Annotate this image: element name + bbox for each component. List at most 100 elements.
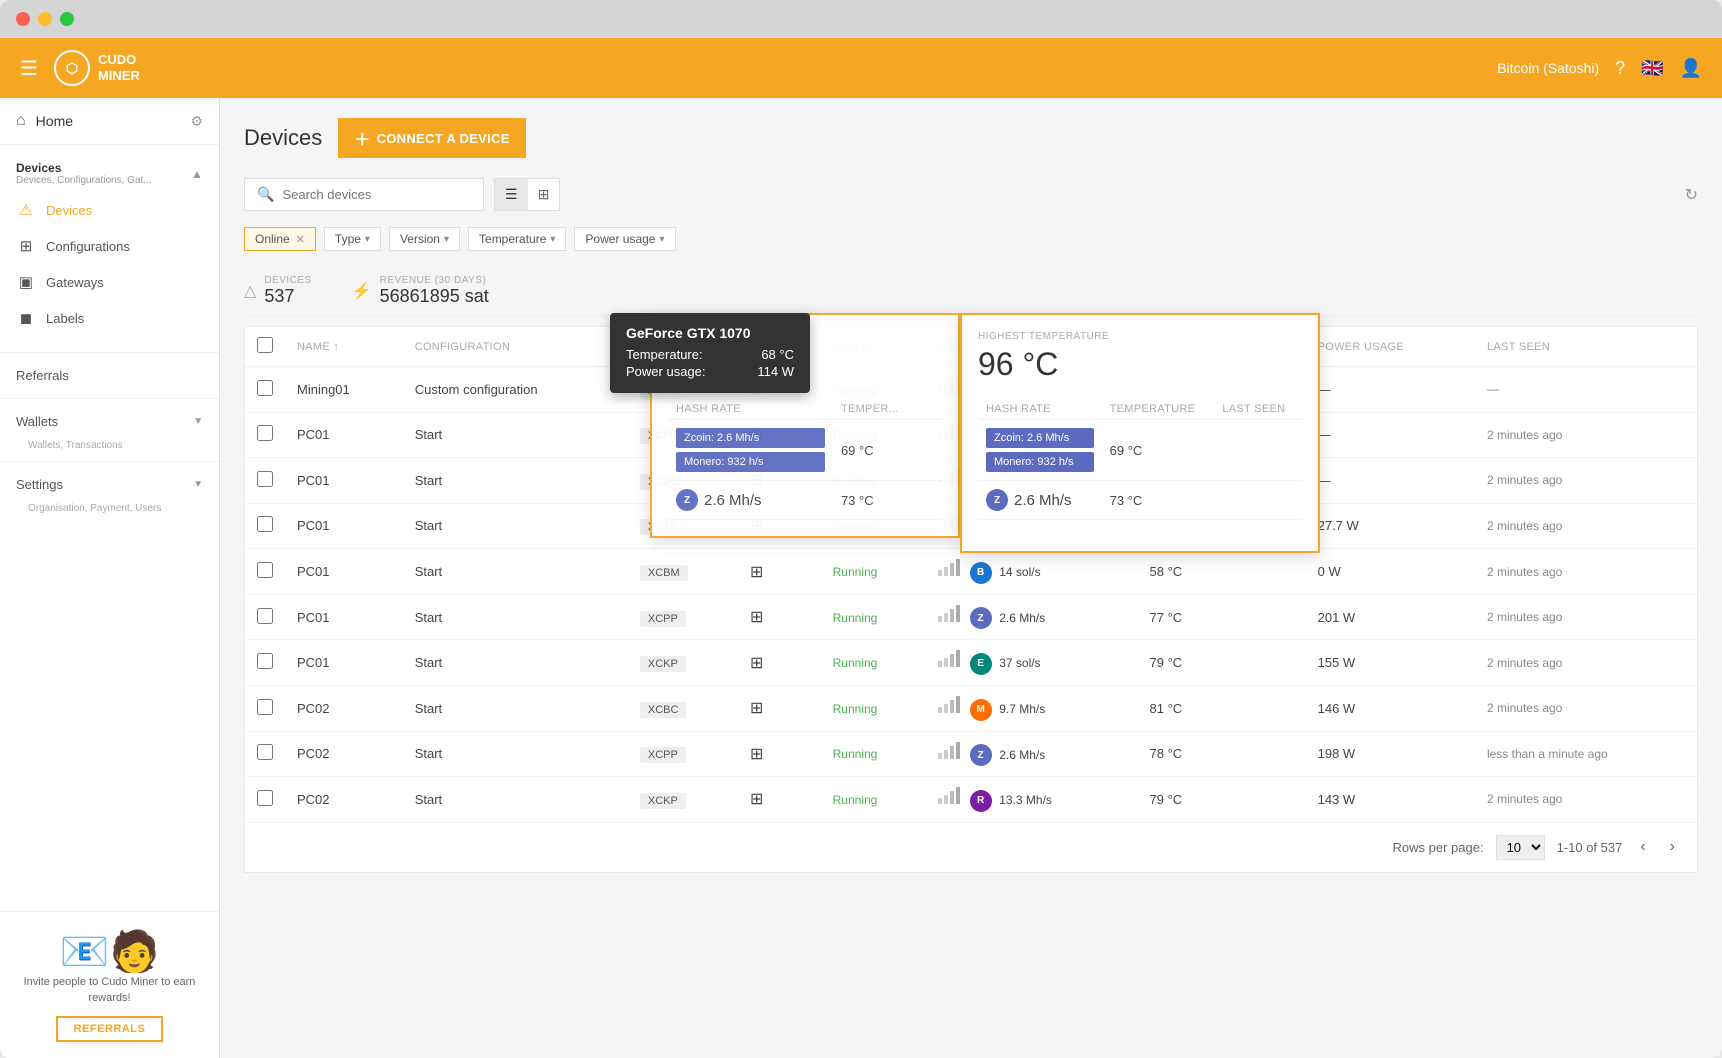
row-checkbox[interactable]: [257, 562, 273, 578]
cell-lastseen: —: [1475, 367, 1697, 413]
currency-label: Bitcoin (Satoshi): [1497, 60, 1599, 76]
panel2-algo2: Monero: 932 h/s: [986, 452, 1094, 472]
panel2-row1-lastseen: [1214, 420, 1302, 481]
view-toggle: ☰ ⊞: [494, 178, 560, 211]
cell-config: Start: [403, 731, 628, 777]
panel2-hash-header: Hash rate: [978, 399, 1102, 420]
language-icon[interactable]: 🇬🇧: [1641, 58, 1663, 79]
filter-power-usage[interactable]: Power usage ▾: [574, 227, 675, 251]
panel2-algo1: Zcoin: 2.6 Mh/s: [986, 428, 1094, 448]
cell-name: PC01: [285, 458, 403, 504]
search-input[interactable]: [282, 187, 471, 202]
prev-page-button[interactable]: ‹: [1634, 836, 1651, 858]
hamburger-icon[interactable]: ☰: [20, 56, 38, 81]
sidebar-item-referrals[interactable]: Referrals: [0, 359, 219, 392]
wallets-subtitle: Wallets, Transactions: [0, 438, 219, 455]
filter-online-remove[interactable]: ✕: [296, 233, 305, 246]
referral-button[interactable]: REFERRALS: [56, 1016, 164, 1042]
maximize-btn[interactable]: [60, 12, 74, 26]
cell-name: PC01: [285, 412, 403, 458]
connect-device-button[interactable]: ＋ CONNECT A DEVICE: [338, 118, 525, 158]
sidebar-configurations-label: Configurations: [46, 239, 130, 254]
cell-power: —: [1306, 458, 1475, 504]
hash-value: 9.7 Mh/s: [999, 702, 1045, 716]
devices-stat-label: DEVICES: [264, 275, 311, 286]
sidebar-devices-label: Devices: [46, 203, 92, 218]
close-btn[interactable]: [16, 12, 30, 26]
devices-section-subtitle: Devices, Configurations, Gat...: [16, 175, 152, 186]
sidebar-item-devices[interactable]: ⚠ Devices: [0, 192, 219, 228]
next-page-button[interactable]: ›: [1664, 836, 1681, 858]
row-checkbox[interactable]: [257, 608, 273, 624]
highlight-panel-2: HIGHEST TEMPERATURE 96 °C Hash rate Temp…: [960, 313, 1320, 553]
topbar-right: Bitcoin (Satoshi) ? 🇬🇧 👤: [1497, 58, 1702, 79]
settings-expand-icon: ▼: [193, 479, 203, 490]
refresh-button[interactable]: ↻: [1685, 185, 1698, 205]
cell-temp: 81 °C: [1138, 685, 1306, 731]
help-icon[interactable]: ?: [1615, 58, 1625, 79]
col-lastseen: Last seen: [1475, 327, 1697, 367]
search-box[interactable]: 🔍: [244, 178, 484, 211]
col-name[interactable]: Name ↑: [285, 327, 403, 367]
tooltip-temp-row: Temperature: 68 °C: [626, 347, 794, 362]
list-view-button[interactable]: ☰: [495, 179, 528, 210]
algo-icon: Z: [970, 744, 992, 766]
row-checkbox[interactable]: [257, 471, 273, 487]
cell-config: Start: [403, 458, 628, 504]
filter-version-arrow: ▾: [444, 234, 449, 245]
panel2-lastseen-header: Last seen: [1214, 399, 1302, 420]
wallets-label: Wallets: [16, 414, 58, 429]
panel2-temp-label: HIGHEST TEMPERATURE: [978, 331, 1302, 342]
cell-hashrate: M 9.7 Mh/s: [926, 685, 1138, 731]
sidebar-item-gateways[interactable]: ▣ Gateways: [0, 264, 219, 300]
panel2-row2-algo: Z 2.6 Mh/s: [986, 489, 1094, 511]
content-header: Devices ＋ CONNECT A DEVICE: [244, 118, 1698, 158]
main-layout: ⌂ Home ⚙ Devices Devices, Configurations…: [0, 98, 1722, 1058]
cell-hashrate: Z 2.6 Mh/s: [926, 731, 1138, 777]
rows-per-page-select[interactable]: 10 25 50: [1496, 835, 1545, 860]
sidebar-item-settings[interactable]: Settings ▼: [0, 468, 219, 501]
cell-lastseen: 2 minutes ago: [1475, 594, 1697, 640]
tooltip-power-row: Power usage: 114 W: [626, 364, 794, 379]
revenue-stat-value: 56861895 sat: [380, 286, 489, 307]
row-checkbox[interactable]: [257, 744, 273, 760]
cell-label: XCPP: [628, 594, 738, 640]
filters-bar: Online ✕ Type ▾ Version ▾ Temperature ▾ …: [244, 227, 1698, 251]
sidebar-item-configurations[interactable]: ⊞ Configurations: [0, 228, 219, 264]
devices-section: Devices Devices, Configurations, Gat... …: [0, 145, 219, 346]
cell-lastseen: 2 minutes ago: [1475, 685, 1697, 731]
sidebar-item-wallets[interactable]: Wallets ▼: [0, 405, 219, 438]
user-icon[interactable]: 👤: [1680, 58, 1702, 79]
row-checkbox[interactable]: [257, 699, 273, 715]
sidebar-home-item[interactable]: ⌂ Home ⚙: [0, 98, 219, 145]
row-checkbox[interactable]: [257, 790, 273, 806]
row-checkbox[interactable]: [257, 516, 273, 532]
cell-temp: 78 °C: [1138, 731, 1306, 777]
filter-version[interactable]: Version ▾: [389, 227, 460, 251]
minimize-btn[interactable]: [38, 12, 52, 26]
logo-area: ⬡ CUDO MINER: [54, 50, 140, 86]
sidebar-item-labels[interactable]: ◼ Labels: [0, 300, 219, 336]
cell-hashrate: R 13.3 Mh/s: [926, 777, 1138, 823]
settings-gear-icon[interactable]: ⚙: [190, 113, 203, 130]
app-container: ☰ ⬡ CUDO MINER Bitcoin (Satoshi) ? 🇬🇧 👤 …: [0, 38, 1722, 1058]
cell-temp: 79 °C: [1138, 777, 1306, 823]
cell-hashrate: E 37 sol/s: [926, 640, 1138, 686]
algo-icon: Z: [970, 607, 992, 629]
filter-type[interactable]: Type ▾: [324, 227, 381, 251]
collapse-icon[interactable]: ▲: [191, 167, 203, 181]
row-checkbox[interactable]: [257, 425, 273, 441]
row-checkbox[interactable]: [257, 380, 273, 396]
page-title: Devices: [244, 125, 322, 151]
filter-online[interactable]: Online ✕: [244, 227, 316, 251]
cell-config: Start: [403, 412, 628, 458]
filter-temperature[interactable]: Temperature ▾: [468, 227, 566, 251]
gateways-icon: ▣: [16, 273, 36, 291]
algo-icon: R: [970, 790, 992, 812]
cell-label: XCKP: [628, 777, 738, 823]
select-all-checkbox[interactable]: [257, 337, 273, 353]
cell-name: PC02: [285, 685, 403, 731]
grid-view-button[interactable]: ⊞: [528, 179, 560, 210]
row-checkbox[interactable]: [257, 653, 273, 669]
tooltip-overlay: GeForce GTX 1070 Temperature: 68 °C Powe…: [610, 313, 810, 393]
